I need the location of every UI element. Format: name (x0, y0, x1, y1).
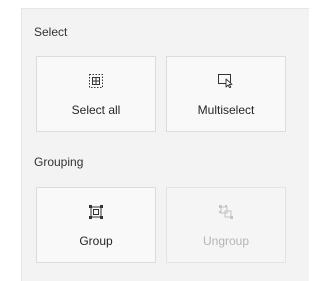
ungroup-label: Ungroup (202, 234, 250, 248)
group-button[interactable]: Group (36, 187, 156, 263)
multiselect-icon (218, 74, 234, 93)
grouping-section-label: Grouping (34, 155, 84, 169)
select-all-icon (89, 74, 103, 93)
select-all-button[interactable]: Select all (36, 56, 156, 132)
ungroup-icon (219, 205, 233, 224)
select-section-label: Select (34, 25, 68, 39)
multiselect-button[interactable]: Multiselect (166, 56, 286, 132)
select-all-label: Select all (71, 103, 121, 117)
multiselect-label: Multiselect (197, 103, 255, 117)
group-icon (89, 205, 103, 224)
group-label: Group (79, 234, 113, 248)
ungroup-button[interactable]: Ungroup (166, 187, 286, 263)
selection-grouping-panel: Select Select all Multiselect Grouping G… (21, 8, 309, 281)
